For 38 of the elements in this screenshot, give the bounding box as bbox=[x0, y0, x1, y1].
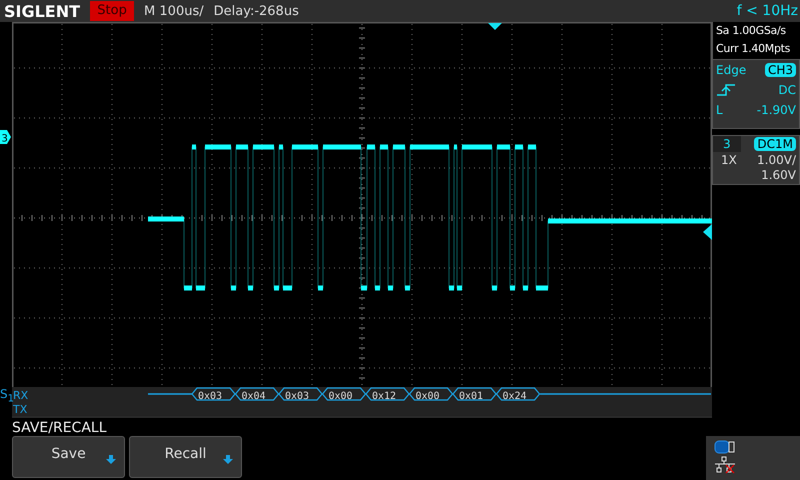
brand-logo: SIGLENT bbox=[4, 2, 80, 20]
network-disconnected-icon bbox=[714, 456, 736, 474]
decode-frame: 0x03 bbox=[191, 387, 236, 402]
rising-edge-icon bbox=[716, 83, 736, 97]
arrow-down-icon bbox=[223, 455, 233, 465]
timebase-label: M 100us/ bbox=[144, 4, 204, 18]
frequency-label: f < 10Hz bbox=[736, 3, 799, 19]
sample-rate-label: Sa 1.00GSa/s bbox=[716, 24, 787, 37]
decode-frame: 0x12 bbox=[365, 387, 410, 402]
trigger-coupling-label: DC bbox=[778, 83, 796, 97]
channel-coupling-badge[interactable]: DC1M bbox=[754, 137, 796, 151]
decode-frame: 0x01 bbox=[452, 387, 497, 402]
channel-tab[interactable]: 3 bbox=[713, 136, 741, 152]
vertical-scale-label: 1.00V/ bbox=[756, 153, 796, 167]
trigger-source-badge[interactable]: CH3 bbox=[764, 63, 796, 77]
trigger-type-label: Edge bbox=[716, 63, 746, 77]
usb-drive-icon bbox=[714, 440, 736, 454]
line-label: TX bbox=[13, 403, 28, 416]
delay-label: Delay:-268us bbox=[214, 4, 299, 18]
bus-label: S$_{1}$ bbox=[0, 387, 14, 404]
line-label: RX bbox=[13, 389, 28, 402]
channel-marker[interactable]: 3 bbox=[0, 130, 11, 144]
bus-line bbox=[148, 393, 192, 395]
probe-label: 1X bbox=[720, 153, 737, 167]
decode-frame: 0x03 bbox=[278, 387, 323, 402]
menu-button[interactable]: Recall bbox=[129, 436, 242, 478]
trigger-level-marker[interactable] bbox=[703, 224, 712, 240]
menu-button[interactable]: Save bbox=[12, 436, 125, 478]
decode-frame: 0x00 bbox=[408, 387, 454, 402]
arrow-down-icon bbox=[106, 455, 116, 465]
decode-frame: 0x00 bbox=[322, 387, 366, 402]
offset-label: 1.60V bbox=[760, 168, 796, 182]
menu-title: SAVE/RECALL bbox=[12, 419, 108, 436]
trigger-level-label: L bbox=[716, 103, 723, 117]
trigger-level-value: -1.90V bbox=[756, 103, 796, 117]
decode-frame: 0x04 bbox=[234, 387, 280, 402]
memory-depth-label: Curr 1.40Mpts bbox=[716, 42, 792, 55]
decode-frame: 0x24 bbox=[496, 387, 540, 402]
